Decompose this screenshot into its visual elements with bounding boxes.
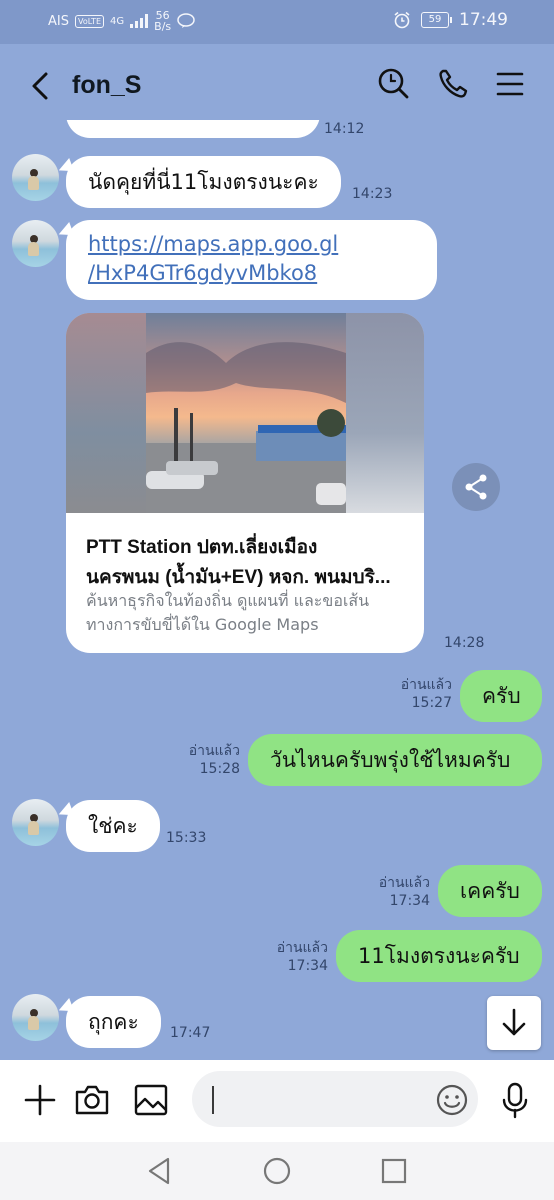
battery-icon: 59 xyxy=(421,12,452,28)
nav-home-icon[interactable] xyxy=(260,1154,294,1188)
message-text: นัดคุยที่นี่11โมงตรงนะคะ xyxy=(88,170,319,194)
image-icon[interactable] xyxy=(131,1080,171,1120)
read-label: อ่านแล้ว xyxy=(400,677,452,693)
nav-back-icon[interactable] xyxy=(142,1154,176,1188)
camera-icon[interactable] xyxy=(72,1080,112,1120)
message-text: วันไหนครับพรุ่งใช้ไหมครับ xyxy=(270,748,511,772)
message-bubble-incoming[interactable]: นัดคุยที่นี่11โมงตรงนะคะ xyxy=(66,156,341,208)
system-nav-bar xyxy=(0,1142,554,1200)
emoji-icon[interactable] xyxy=(432,1080,472,1120)
link-url-line1[interactable]: https://maps.app.goo.gl xyxy=(88,232,338,256)
message-bubble-partial[interactable] xyxy=(66,120,320,138)
chat-header: fon_S xyxy=(0,44,554,130)
contact-name[interactable]: fon_S xyxy=(72,71,141,100)
preview-title-line2: นครพนม (น้ำมัน+EV) หจก. พนมบริ... xyxy=(86,567,391,588)
message-bubble-incoming[interactable]: ถุกคะ xyxy=(66,996,161,1048)
message-text: ครับ xyxy=(482,684,521,708)
nav-recents-icon[interactable] xyxy=(377,1154,411,1188)
read-receipt: อ่านแล้ว 17:34 xyxy=(354,874,430,910)
network-type: 4G xyxy=(110,15,125,27)
message-text: ใช่คะ xyxy=(88,814,138,838)
alarm-icon xyxy=(394,11,410,29)
read-receipt: อ่านแล้ว 15:28 xyxy=(164,742,240,778)
message-time: 17:34 xyxy=(287,958,328,974)
read-label: อ่านแล้ว xyxy=(188,743,240,759)
message-bubble-link[interactable]: https://maps.app.goo.gl /HxP4GTr6gdyvMbk… xyxy=(66,220,437,300)
status-right: 59 17:49 xyxy=(393,10,508,30)
search-history-icon[interactable] xyxy=(374,64,414,104)
avatar[interactable] xyxy=(12,220,59,267)
link-preview-card[interactable]: PTT Station ปตท.เลี่ยงเมือง นครพนม (น้ำม… xyxy=(66,313,424,653)
read-receipt: อ่านแล้ว 15:27 xyxy=(376,676,452,712)
message-time: 15:28 xyxy=(199,761,240,777)
message-text: ถุกคะ xyxy=(88,1010,139,1034)
message-bubble-outgoing[interactable]: ครับ xyxy=(460,670,542,722)
message-bubble-outgoing[interactable]: 11โมงตรงนะครับ xyxy=(336,930,542,982)
preview-description[interactable]: ค้นหาธุรกิจในท้องถิ่น ดูแผนที่ และขอเส้น… xyxy=(86,589,406,637)
signal-icon xyxy=(130,14,149,28)
volte-badge: VoLTE xyxy=(74,14,105,28)
read-receipt: อ่านแล้ว 17:34 xyxy=(252,939,328,975)
message-time: 17:47 xyxy=(170,1025,211,1041)
message-time: 14:23 xyxy=(352,186,393,202)
plus-icon[interactable] xyxy=(20,1080,60,1120)
message-time: 17:34 xyxy=(389,893,430,909)
message-bubble-incoming[interactable]: ใช่คะ xyxy=(66,800,160,852)
message-bubble-outgoing[interactable]: เคครับ xyxy=(438,865,542,917)
chat-area[interactable]: 14:12 นัดคุยที่นี่11โมงตรงนะคะ 14:23 htt… xyxy=(0,120,554,1060)
microphone-icon[interactable] xyxy=(495,1080,535,1120)
avatar[interactable] xyxy=(12,994,59,1041)
preview-title[interactable]: PTT Station ปตท.เลี่ยงเมือง นครพนม (น้ำม… xyxy=(86,533,406,593)
preview-image[interactable] xyxy=(66,313,424,513)
message-time: 15:27 xyxy=(411,695,452,711)
message-time: 14:28 xyxy=(444,635,485,651)
read-label: อ่านแล้ว xyxy=(276,940,328,956)
preview-title-line1: PTT Station ปตท.เลี่ยงเมือง xyxy=(86,537,318,558)
status-left: AIS VoLTE 4G 56 B/s xyxy=(48,10,195,32)
menu-icon[interactable] xyxy=(490,64,530,104)
message-text: เคครับ xyxy=(460,879,520,903)
message-time: 15:33 xyxy=(166,830,207,846)
net-speed: 56 B/s xyxy=(154,10,171,32)
read-label: อ่านแล้ว xyxy=(378,875,430,891)
gas-station-photo xyxy=(146,342,346,513)
link-url-line2[interactable]: /HxP4GTr6gdyvMbko8 xyxy=(88,261,317,285)
avatar[interactable] xyxy=(12,154,59,201)
preview-desc-line1: ค้นหาธุรกิจในท้องถิ่น ดูแผนที่ และขอเส้น xyxy=(86,591,370,610)
text-cursor xyxy=(212,1086,214,1114)
line-app-icon xyxy=(177,13,195,28)
status-bar: AIS VoLTE 4G 56 B/s 59 17:49 xyxy=(0,0,554,44)
preview-desc-line2: ทางการขับขี่ได้ใน Google Maps xyxy=(86,615,319,634)
back-button[interactable] xyxy=(24,66,58,106)
preview-photo xyxy=(146,313,346,513)
phone-call-icon[interactable] xyxy=(433,64,473,104)
message-time: 14:12 xyxy=(324,121,365,137)
clock: 17:49 xyxy=(459,10,508,30)
avatar[interactable] xyxy=(12,799,59,846)
message-text: 11โมงตรงนะครับ xyxy=(358,944,520,968)
share-icon[interactable] xyxy=(452,463,500,511)
message-input-bar xyxy=(0,1060,554,1142)
scroll-to-bottom-button[interactable] xyxy=(487,996,541,1050)
net-speed-unit: B/s xyxy=(154,20,172,33)
carrier-label: AIS xyxy=(48,13,69,29)
message-bubble-outgoing[interactable]: วันไหนครับพรุ่งใช้ไหมครับ xyxy=(248,734,542,786)
